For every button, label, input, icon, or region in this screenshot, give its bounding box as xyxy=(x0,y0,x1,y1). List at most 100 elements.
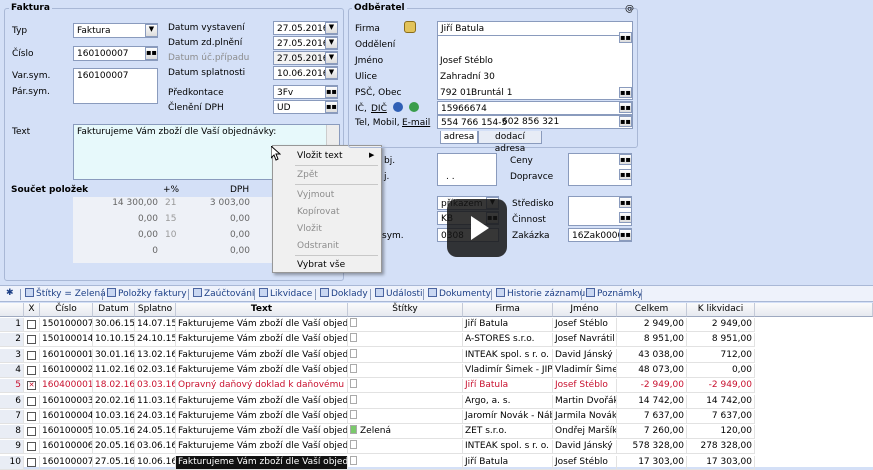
faktura-title: Faktura xyxy=(9,3,52,13)
grid-cell-x[interactable] xyxy=(24,425,40,440)
tab-dodaci-adresa[interactable]: dodací adresa xyxy=(478,131,542,154)
grid-cell-x[interactable] xyxy=(24,333,40,348)
menu-item-vyjmout[interactable]: Vyjmout xyxy=(297,190,334,200)
grid-cell-rownum: 4 xyxy=(0,363,24,378)
tab-udalosti[interactable]: Události xyxy=(375,288,423,299)
checkbox[interactable] xyxy=(27,365,36,375)
cislo-picker-button[interactable]: ▪▪ xyxy=(145,47,158,60)
ares-search-icon[interactable] xyxy=(393,102,403,112)
checkbox[interactable] xyxy=(27,411,36,421)
menu-item-vybrat-vse[interactable]: Vybrat vše xyxy=(297,260,345,270)
menu-item-kopirovat[interactable]: Kopírovat xyxy=(297,207,340,217)
psc-value[interactable]: 792 01 xyxy=(440,88,472,98)
stredisko-picker-button[interactable]: ▪▪ xyxy=(619,197,632,208)
label-swatch xyxy=(350,440,357,450)
tab-polozky-faktury[interactable]: Položky faktury xyxy=(107,288,187,299)
grid-cell-x[interactable]: ✕ xyxy=(24,379,40,394)
grid-cell-firma: A-STORES s.r.o. xyxy=(463,333,553,348)
tab-zauctovani[interactable]: Zaúčtování xyxy=(193,288,254,299)
cleneni-picker-button[interactable]: ▪▪ xyxy=(325,101,338,113)
grid-cell-x[interactable] xyxy=(24,440,40,455)
grid-cell-firma: INTEAK spol. s r. o. xyxy=(463,348,553,363)
grid-header-k-likvidaci[interactable]: K likvidaci xyxy=(687,303,755,317)
checkbox[interactable] xyxy=(27,427,36,437)
mobil-value[interactable]: 602 856 321 xyxy=(502,117,559,127)
tab-dokumenty[interactable]: Dokumenty xyxy=(428,288,491,299)
datum-vystaveni-dropdown[interactable]: ▼ xyxy=(325,22,338,34)
datum-zdpl-dropdown[interactable]: ▼ xyxy=(325,37,338,49)
checkbox[interactable] xyxy=(27,442,36,452)
soucet-zaklad: 0,00 xyxy=(137,214,158,224)
at-sign-icon[interactable]: @ xyxy=(625,4,634,14)
checkbox[interactable] xyxy=(27,320,36,329)
menu-item-odstranit[interactable]: Odstranit xyxy=(297,241,339,251)
datum-splatnosti-dropdown[interactable]: ▼ xyxy=(325,67,338,79)
tab-doklady[interactable]: Doklady xyxy=(320,288,368,299)
typ-dropdown-button[interactable]: ▼ xyxy=(145,24,158,37)
grid-cell-rownum: 2 xyxy=(0,333,24,348)
grid-cell-x[interactable] xyxy=(24,394,40,409)
datum-ucp-dropdown[interactable]: ▼ xyxy=(325,52,338,64)
tel-picker-button[interactable]: ▪▪ xyxy=(619,116,632,127)
grid-cell-text: Fakturujeme Vám zboží dle Vaší objedná xyxy=(176,440,348,455)
grid-header-splatno[interactable]: Splatno xyxy=(135,303,176,317)
menu-item-vlozit[interactable]: Vložit xyxy=(297,224,322,234)
tab-likvidace[interactable]: Likvidace xyxy=(259,288,312,299)
checkbox[interactable] xyxy=(27,457,36,467)
tab-bar-star-icon[interactable]: ✱ xyxy=(6,288,14,298)
grid-cell-x[interactable] xyxy=(24,363,40,378)
grid-header-text[interactable]: Text xyxy=(176,303,348,317)
dopravce-picker-button[interactable]: ▪▪ xyxy=(619,169,632,180)
checkbox[interactable] xyxy=(27,396,36,406)
grid-cell-x[interactable] xyxy=(24,409,40,424)
firma-field[interactable]: Jiří Batula xyxy=(437,21,633,36)
soucet-dph: 0,00 xyxy=(229,246,250,256)
cinnost-picker-button[interactable]: ▪▪ xyxy=(619,212,632,223)
checked-checkbox[interactable]: ✕ xyxy=(27,381,36,391)
tab-stitky[interactable]: Štítky = Zelená xyxy=(25,288,106,299)
grid-cell-datum: 10.05.16 xyxy=(93,425,135,440)
soucet-dph: 3 003,00 xyxy=(209,198,250,208)
checkbox[interactable] xyxy=(27,335,36,345)
grid-cell-datum: 30.01.16 xyxy=(93,348,135,363)
grid-cell-celkem: 17 303,00 xyxy=(617,455,687,470)
grid-cell-x[interactable] xyxy=(24,348,40,363)
label-swatch xyxy=(350,333,357,343)
grid-header-jmeno[interactable]: Jméno xyxy=(553,303,617,317)
grid-cell-x[interactable] xyxy=(24,318,40,332)
web-globe-icon[interactable] xyxy=(409,102,419,112)
jmeno-value[interactable]: Josef Stéblo xyxy=(440,56,493,66)
zakazka-picker-button[interactable]: ▪▪ xyxy=(619,229,632,241)
firma-lookup-icon[interactable] xyxy=(404,21,416,33)
ulice-value[interactable]: Zahradní 30 xyxy=(440,72,495,82)
grid-header-firma[interactable]: Firma xyxy=(463,303,553,317)
tab-poznamky[interactable]: Poznámky xyxy=(586,288,643,299)
grid-cell-firma: Jiří Batula xyxy=(463,455,553,470)
video-play-icon[interactable] xyxy=(447,199,507,257)
grid-header-x[interactable]: X xyxy=(24,303,40,317)
varsym-field[interactable]: 160100007 xyxy=(73,68,158,104)
email-label[interactable]: E-mail xyxy=(402,118,430,128)
grid-header-stitky[interactable]: Štítky xyxy=(348,303,463,317)
menu-item-vlozit-text[interactable]: Vložit text xyxy=(297,151,343,161)
dic-label[interactable]: DIČ xyxy=(371,104,387,114)
predkontace-picker-button[interactable]: ▪▪ xyxy=(325,86,338,98)
ceny-picker-button[interactable]: ▪▪ xyxy=(619,154,632,165)
grid-cell-firma: INTEAK spol. s r. o. xyxy=(463,440,553,455)
obec-value[interactable]: Bruntál 1 xyxy=(471,88,512,98)
checkbox[interactable] xyxy=(27,350,36,360)
grid-cell-x[interactable] xyxy=(24,455,40,470)
ic-picker-button[interactable]: ▪▪ xyxy=(619,102,632,113)
ic-field[interactable]: 15966674 xyxy=(437,101,633,115)
menu-item-zpet[interactable]: Zpět xyxy=(297,170,318,180)
tab-adresa[interactable]: adresa xyxy=(440,131,478,144)
tab-separator xyxy=(188,289,189,300)
grid-header-celkem[interactable]: Celkem xyxy=(617,303,687,317)
tab-historie[interactable]: Historie záznamu xyxy=(496,288,585,299)
firma-picker-button[interactable]: ▪▪ xyxy=(619,32,632,43)
odberatel-title: Odběratel xyxy=(352,3,407,13)
obec-picker-button[interactable]: ▪▪ xyxy=(619,87,632,98)
datum-splatnosti-label: Datum splatnosti xyxy=(168,68,246,78)
grid-header-cislo[interactable]: Číslo xyxy=(40,303,93,317)
grid-header-datum[interactable]: Datum xyxy=(93,303,135,317)
